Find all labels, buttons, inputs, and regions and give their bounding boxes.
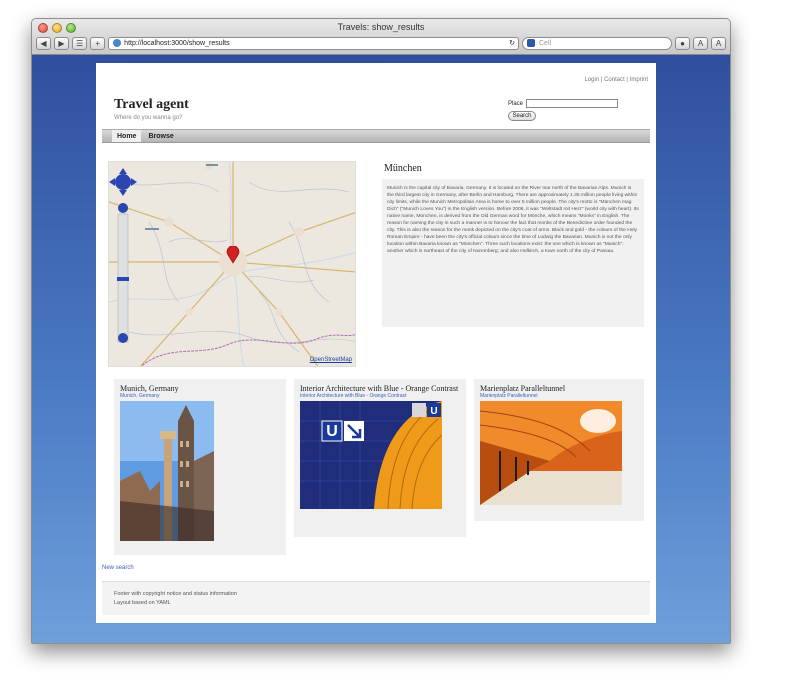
- back-button[interactable]: ◀: [36, 36, 51, 50]
- browser-toolbar: ◀ ▶ ☰ + http://localhost:3000/show_resul…: [36, 35, 726, 51]
- site-title: Travel agent: [114, 97, 189, 112]
- page-viewport: Login | Contact | Imprint Travel agent W…: [32, 55, 730, 643]
- photo-link[interactable]: Marienplatz Paralleltunnel: [480, 393, 638, 400]
- page-footer: Footer with copyright notice and status …: [102, 581, 650, 615]
- photo-title: Marienplatz Paralleltunnel: [480, 384, 566, 393]
- plus-icon: +: [95, 38, 100, 48]
- bookmarks-icon: ☰: [76, 38, 84, 48]
- photo-title: Munich, Germany: [120, 384, 179, 393]
- photo-card: Marienplatz Paralleltunnel Marienplatz P…: [474, 379, 644, 521]
- zoom-in-icon[interactable]: [118, 203, 128, 213]
- site-tagline: Where do you wanna go?: [114, 115, 183, 121]
- reload-icon[interactable]: ↻: [509, 38, 518, 49]
- footer-line-2: Layout based on YAML: [114, 600, 171, 606]
- main-nav: Home Browse: [102, 129, 650, 143]
- photo-architecture[interactable]: U U: [300, 401, 442, 509]
- map-attribution-link[interactable]: OpenStreetMap: [310, 357, 352, 363]
- place-input[interactable]: [526, 99, 619, 108]
- photo-card: Interior Architecture with Blue - Orange…: [294, 379, 466, 537]
- text-larger-button[interactable]: A: [711, 36, 726, 50]
- browser-search-placeholder: Cell: [539, 39, 552, 47]
- browser-window: Travels: show_results ◀ ▶ ☰ + http://loc…: [31, 18, 731, 644]
- photo-card: Munich, Germany Munich, Germany: [114, 379, 286, 555]
- photo-link[interactable]: Munich, Germany: [120, 393, 280, 400]
- map-tiles: [109, 162, 355, 366]
- circle-icon: ●: [680, 38, 685, 48]
- map-marker-icon[interactable]: [226, 246, 240, 264]
- photo-tunnel[interactable]: [480, 401, 622, 505]
- photo-munich[interactable]: [120, 401, 214, 541]
- city-title: München: [384, 163, 422, 174]
- search-engine-icon: [527, 39, 535, 47]
- imprint-link[interactable]: Imprint: [630, 77, 648, 83]
- stop-button[interactable]: ●: [675, 36, 690, 50]
- zoom-slider-handle[interactable]: [117, 277, 129, 281]
- top-links: Login | Contact | Imprint: [584, 77, 648, 83]
- new-search-link[interactable]: New search: [102, 565, 134, 571]
- window-title: Travels: show_results: [337, 22, 425, 32]
- page-container: Login | Contact | Imprint Travel agent W…: [96, 63, 656, 623]
- title-bar: Travels: show_results ◀ ▶ ☰ + http://loc…: [32, 19, 730, 55]
- text-smaller-button[interactable]: A: [693, 36, 708, 50]
- city-map[interactable]: OpenStreetMap: [108, 161, 356, 367]
- nav-home[interactable]: Home: [112, 130, 142, 142]
- place-label: Place: [508, 100, 524, 107]
- forward-button[interactable]: ▶: [54, 36, 69, 50]
- globe-icon: [113, 39, 122, 47]
- photo-link[interactable]: Interior Architecture with Blue - Orange…: [300, 393, 460, 400]
- url-text: http://localhost:3000/show_results: [124, 39, 230, 47]
- zoom-out-icon[interactable]: [118, 333, 128, 343]
- pan-control[interactable]: [109, 168, 137, 196]
- map-zoom-controls: [109, 168, 137, 343]
- city-description: Munich is the capital city of Bavaria, G…: [382, 179, 644, 327]
- place-search-form: Place Search: [508, 99, 619, 121]
- photo-title: Interior Architecture with Blue - Orange…: [300, 384, 459, 393]
- footer-line-1: Footer with copyright notice and status …: [114, 591, 237, 597]
- svg-text:U: U: [326, 423, 338, 440]
- back-arrow-icon: ◀: [40, 38, 47, 48]
- address-bar[interactable]: http://localhost:3000/show_results ↻: [108, 36, 519, 50]
- add-bookmark-button[interactable]: +: [90, 36, 106, 50]
- login-link[interactable]: Login: [584, 77, 599, 83]
- svg-text:U: U: [430, 406, 437, 417]
- forward-arrow-icon: ▶: [58, 38, 65, 48]
- search-button[interactable]: Search: [508, 111, 536, 121]
- nav-browse[interactable]: Browse: [143, 130, 178, 142]
- browser-search-field[interactable]: Cell: [522, 36, 672, 50]
- bookmarks-button[interactable]: ☰: [72, 36, 88, 50]
- contact-link[interactable]: Contact: [604, 77, 625, 83]
